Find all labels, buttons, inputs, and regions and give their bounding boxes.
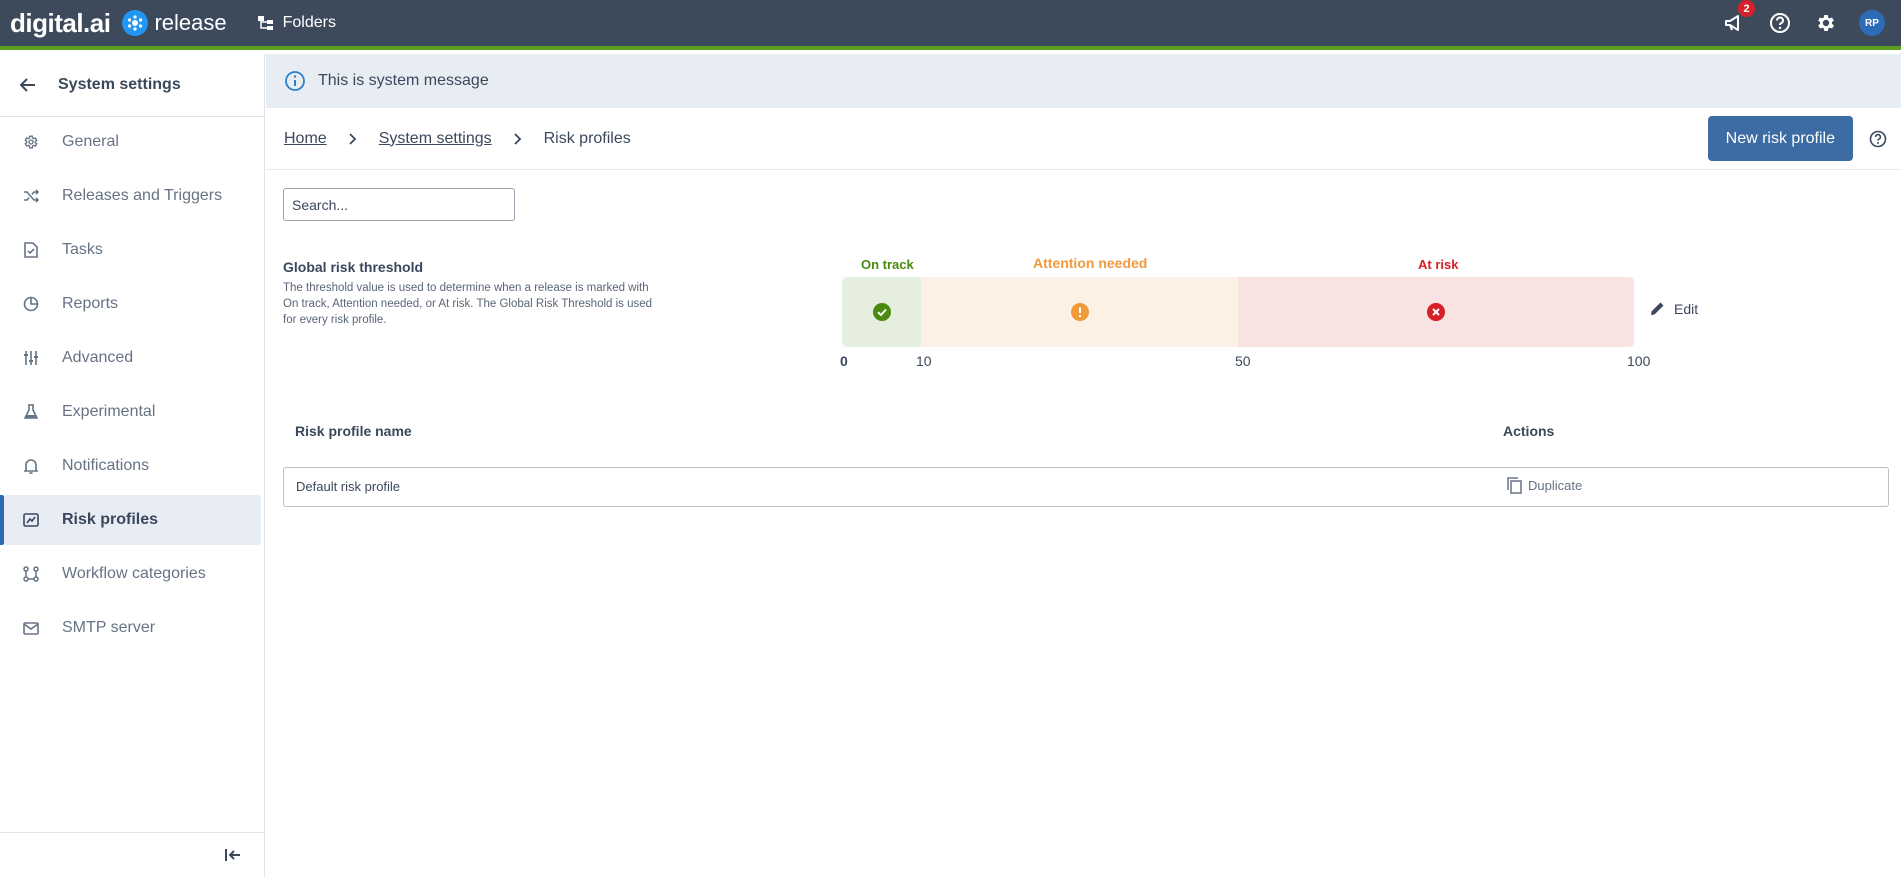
settings-sidebar: System settings General Releases and Tri…	[0, 54, 265, 877]
page-header: Home System settings Risk profiles New r…	[266, 108, 1901, 170]
notification-badge: 2	[1738, 0, 1755, 17]
flask-icon	[20, 401, 42, 423]
folders-nav[interactable]: Folders	[257, 14, 336, 32]
threshold-description: The threshold value is used to determine…	[283, 282, 653, 326]
breadcrumb-system-settings[interactable]: System settings	[379, 130, 492, 148]
sidebar-item-advanced[interactable]: Advanced	[3, 333, 261, 383]
sidebar-item-label: Experimental	[62, 403, 156, 420]
release-product-name: release	[154, 10, 227, 35]
new-risk-profile-button[interactable]: New risk profile	[1707, 116, 1853, 161]
info-icon	[285, 71, 305, 91]
sidebar-item-general[interactable]: General	[3, 117, 261, 167]
error-circle-icon	[1427, 303, 1445, 321]
pencil-icon	[1651, 302, 1664, 315]
sidebar-title: System settings	[58, 76, 181, 93]
tick-label: 0	[840, 353, 848, 369]
chevron-right-icon	[349, 132, 357, 145]
sidebar-item-label: Workflow categories	[62, 565, 206, 582]
folders-label: Folders	[282, 14, 336, 31]
sidebar-item-risk-profiles[interactable]: Risk profiles	[0, 495, 261, 545]
sidebar-item-releases-and-triggers[interactable]: Releases and Triggers	[3, 171, 261, 221]
sidebar-item-label: Risk profiles	[62, 511, 159, 528]
gear-icon	[20, 131, 42, 153]
attention-needed-zone	[921, 277, 1238, 347]
system-message-text: This is system message	[318, 72, 489, 89]
sidebar-item-label: Reports	[62, 295, 119, 312]
main-content: This is system message Home System setti…	[266, 54, 1901, 877]
sidebar-item-reports[interactable]: Reports	[3, 279, 261, 329]
search-input[interactable]	[283, 188, 515, 221]
breadcrumb-current: Risk profiles	[543, 129, 631, 147]
sidebar-item-workflow-categories[interactable]: Workflow categories	[3, 549, 261, 599]
threshold-title: Global risk threshold	[283, 259, 424, 275]
sidebar-footer	[0, 832, 265, 877]
top-navbar: digital.ai release Folders 2 RP	[0, 0, 1901, 50]
back-arrow-icon[interactable]	[20, 78, 36, 92]
shuffle-icon	[20, 185, 42, 207]
sidebar-item-label: Advanced	[62, 349, 134, 366]
collapse-sidebar-icon[interactable]	[225, 848, 241, 862]
page-help-icon[interactable]	[1869, 130, 1887, 148]
attention-needed-label: Attention needed	[1033, 255, 1148, 271]
column-header-name: Risk profile name	[295, 423, 412, 439]
user-avatar[interactable]: RP	[1859, 10, 1885, 36]
edit-label: Edit	[1674, 300, 1699, 317]
release-logo-icon	[122, 10, 149, 36]
tick-label: 50	[1235, 353, 1251, 369]
mail-icon	[20, 617, 42, 639]
digital-ai-logo: digital.ai	[10, 7, 111, 38]
at-risk-zone	[1238, 277, 1634, 347]
sidebar-item-label: Tasks	[62, 241, 103, 258]
sidebar-item-tasks[interactable]: Tasks	[3, 225, 261, 275]
at-risk-label: At risk	[1418, 257, 1459, 272]
sidebar-item-label: General	[62, 133, 119, 150]
breadcrumb-home[interactable]: Home	[284, 130, 327, 148]
chevron-right-icon	[513, 132, 522, 145]
breadcrumb: Home System settings Risk profiles	[284, 130, 631, 148]
sidebar-item-label: Notifications	[62, 457, 150, 474]
sidebar-header: System settings	[0, 54, 264, 117]
column-header-actions: Actions	[1503, 423, 1555, 439]
settings-gear-icon[interactable]	[1813, 10, 1839, 36]
table-row[interactable]: Default risk profile Duplicate	[283, 467, 1889, 507]
workflow-icon	[20, 563, 42, 585]
settings-nav: General Releases and Triggers Tasks Repo…	[0, 117, 264, 653]
sidebar-item-experimental[interactable]: Experimental	[3, 387, 261, 437]
pie-chart-icon	[20, 293, 42, 315]
risk-profile-name[interactable]: Default risk profile	[296, 479, 400, 494]
tick-label: 10	[916, 353, 932, 369]
risk-icon	[20, 509, 42, 531]
on-track-label: On track	[861, 257, 914, 272]
brand-logo[interactable]: digital.ai release	[10, 8, 227, 39]
sliders-icon	[20, 347, 42, 369]
on-track-zone	[842, 277, 921, 347]
system-message-banner: This is system message	[266, 54, 1901, 108]
announcements-icon[interactable]: 2	[1721, 0, 1755, 36]
folder-tree-icon	[257, 16, 273, 30]
duplicate-label: Duplicate	[1528, 478, 1583, 493]
edit-threshold-button[interactable]: Edit	[1649, 300, 1698, 317]
task-icon	[20, 239, 42, 261]
sidebar-item-label: Releases and Triggers	[62, 187, 223, 204]
help-icon[interactable]	[1767, 10, 1793, 36]
bell-icon	[20, 455, 42, 477]
check-circle-icon	[872, 303, 891, 321]
warning-circle-icon	[1070, 303, 1089, 321]
tick-label: 100	[1627, 353, 1651, 369]
sidebar-item-smtp-server[interactable]: SMTP server	[3, 603, 261, 653]
sidebar-item-notifications[interactable]: Notifications	[3, 441, 261, 491]
copy-icon	[1507, 477, 1522, 494]
duplicate-button[interactable]: Duplicate	[1507, 477, 1582, 494]
sidebar-item-label: SMTP server	[62, 619, 156, 636]
